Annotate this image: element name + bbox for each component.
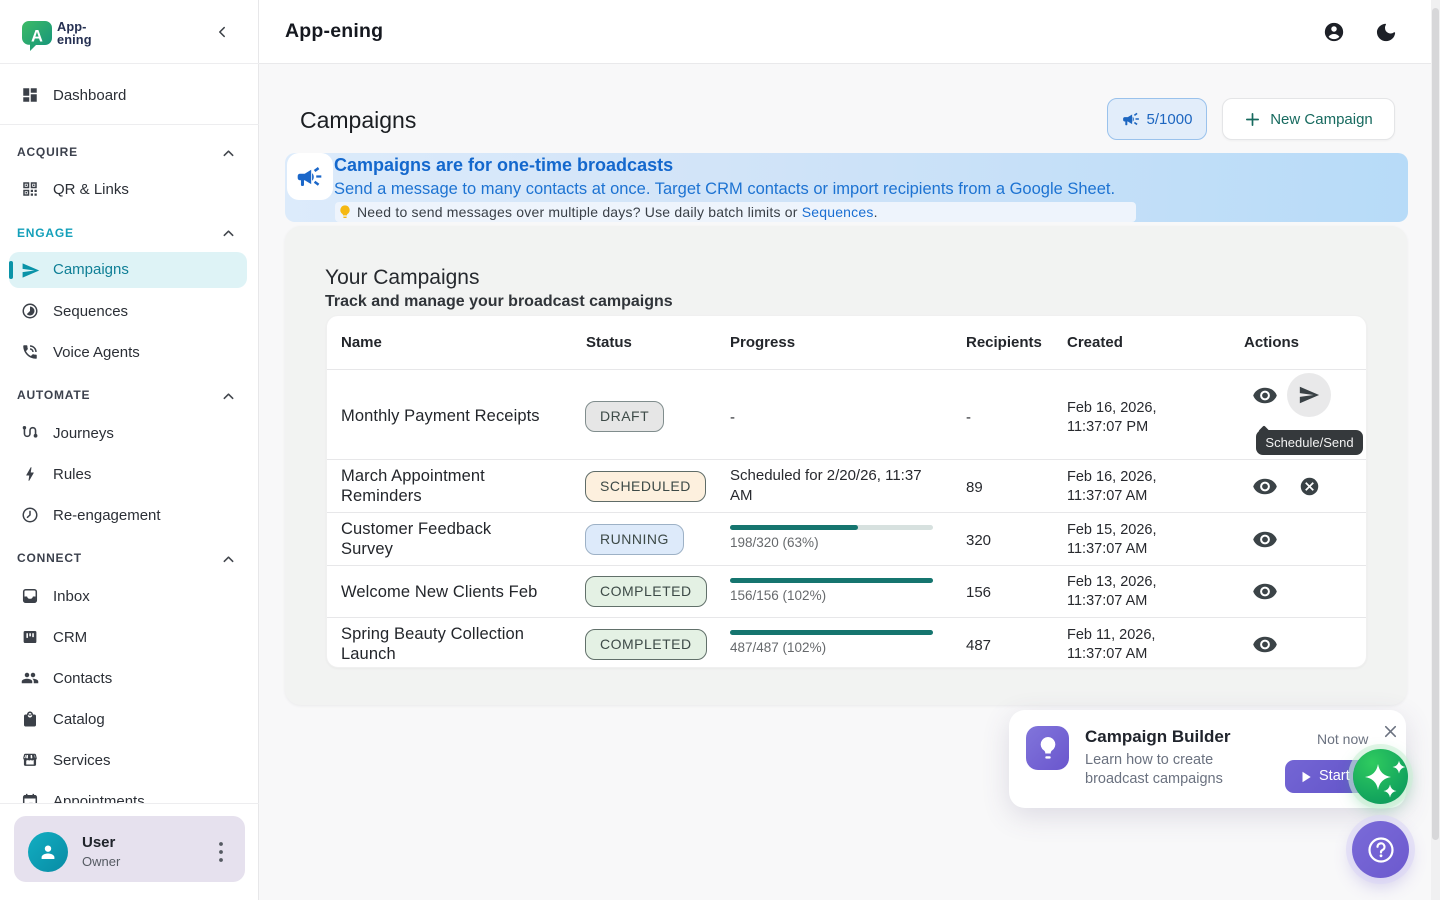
- svg-text:A: A: [31, 28, 43, 46]
